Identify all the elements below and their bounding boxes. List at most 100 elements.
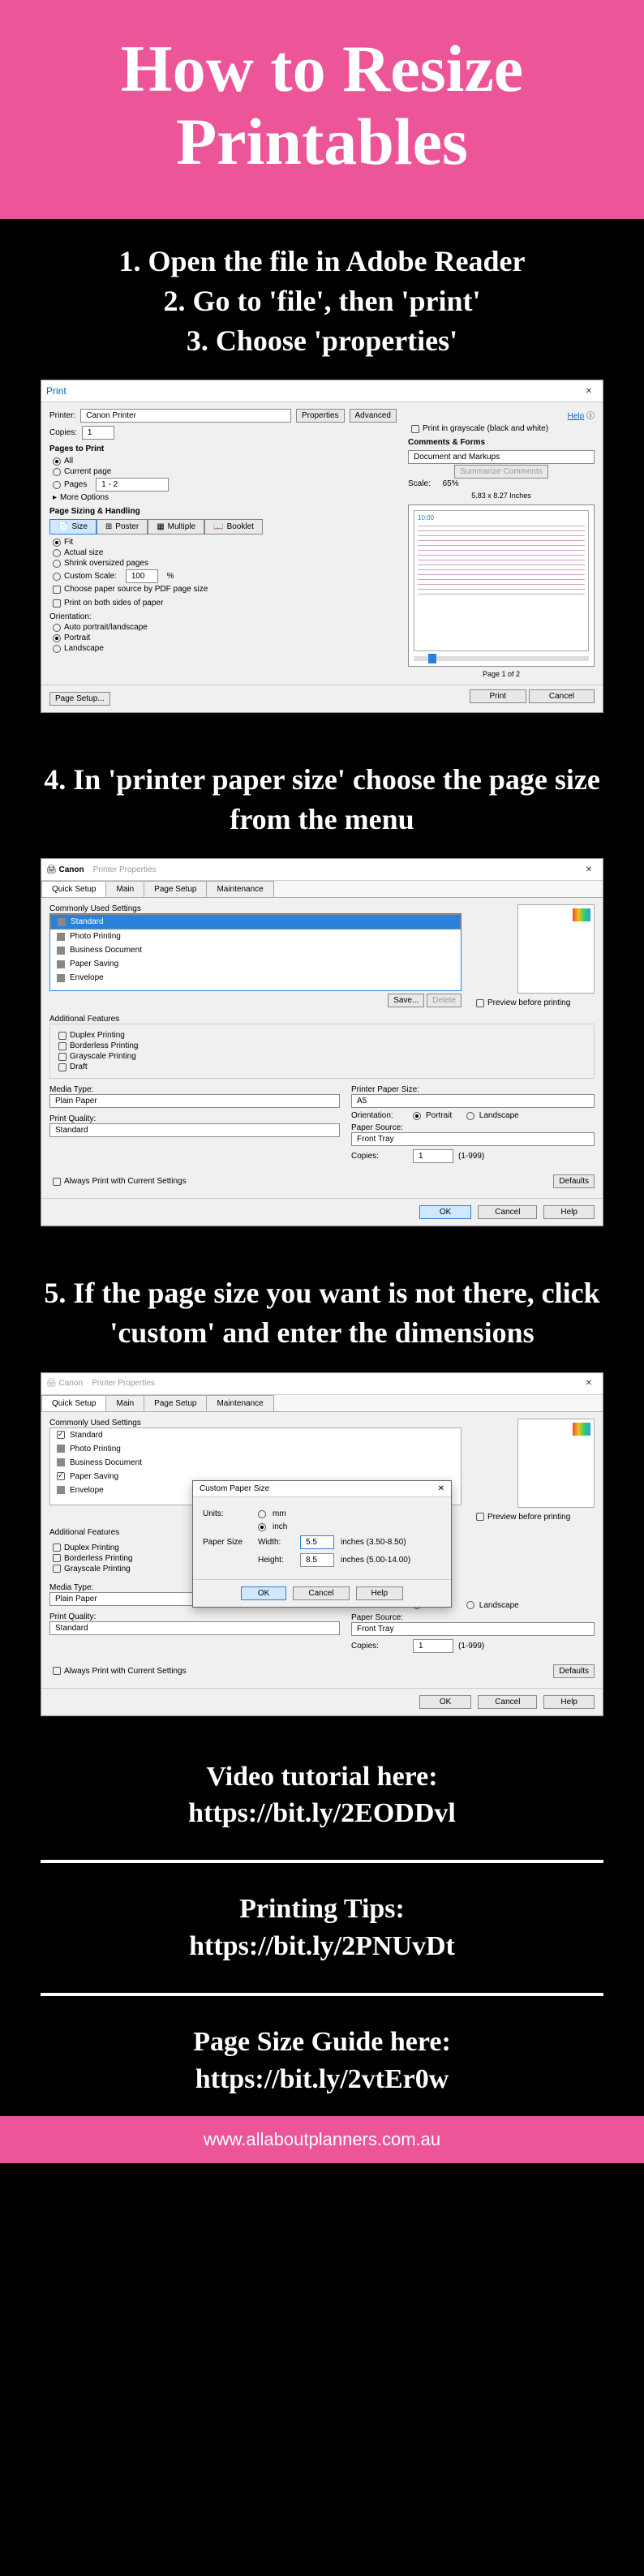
radio-inch[interactable]	[258, 1523, 266, 1531]
scale-label: Scale:	[408, 479, 431, 488]
page-slider[interactable]	[414, 656, 589, 661]
custom-scale-label: Custom Scale:	[64, 572, 117, 581]
copies-input[interactable]: 1	[413, 1149, 453, 1163]
tab-page-setup[interactable]: Page Setup	[144, 881, 207, 897]
custom-paper-modal: Custom Paper Size ✕ Units: mm inch Paper…	[192, 1480, 452, 1608]
check-pdf-size[interactable]	[53, 586, 61, 594]
preview-thumbnail	[517, 904, 595, 994]
cancel-button[interactable]: Cancel	[478, 1205, 537, 1219]
radio-auto-orient[interactable]	[53, 624, 61, 632]
close-icon[interactable]: ✕	[580, 384, 598, 398]
comments-select[interactable]: Document and Markups	[408, 450, 595, 464]
sizing-tabs: 📄 Size ⊞ Poster ▦ Multiple 📖 Booklet	[49, 519, 397, 535]
check-grayscale[interactable]	[411, 425, 419, 433]
list-item: Business Document	[50, 943, 461, 957]
summarize-button[interactable]: Summarize Comments	[454, 465, 548, 479]
height-input[interactable]: 8.5	[300, 1553, 334, 1567]
auto-orient-label: Auto portrait/landscape	[64, 623, 148, 632]
media-type-label: Media Type:	[49, 1085, 340, 1094]
canon-dialog-screenshot-1: 🖨 Canon Printer Properties ✕ Quick Setup…	[0, 858, 644, 1251]
settings-listbox[interactable]: Standard Photo Printing Business Documen…	[49, 913, 462, 991]
tab-poster[interactable]: ⊞ Poster	[97, 519, 148, 535]
check-always[interactable]	[53, 1178, 61, 1186]
width-input[interactable]: 5.5	[300, 1535, 334, 1549]
tab-main[interactable]: Main	[105, 881, 144, 897]
close-icon[interactable]: ✕	[580, 862, 598, 877]
radio-shrink[interactable]	[53, 560, 61, 568]
modal-help-button[interactable]: Help	[356, 1586, 404, 1600]
properties-button[interactable]: Properties	[296, 409, 345, 423]
check-preview-before[interactable]	[476, 999, 484, 1007]
copies-input[interactable]: 1	[82, 426, 114, 440]
page-of: Page 1 of 2	[408, 670, 595, 678]
both-sides-label: Print on both sides of paper	[64, 599, 163, 608]
ok-button[interactable]: OK	[419, 1205, 471, 1219]
check-grayscale[interactable]	[58, 1053, 67, 1061]
canon-dialog-screenshot-2: 🖨 Canon Printer Properties ✕ Quick Setup…	[0, 1372, 644, 1741]
pages-input[interactable]: 1 - 2	[96, 478, 169, 492]
printing-tips-block: Printing Tips: https://bit.ly/2PNUvDt	[0, 1873, 644, 1983]
actual-label: Actual size	[64, 548, 103, 557]
paper-size-label: Paper Size	[203, 1538, 251, 1547]
tab-multiple[interactable]: ▦ Multiple	[148, 519, 204, 535]
cancel-button[interactable]: Cancel	[529, 689, 595, 703]
tab-booklet[interactable]: 📖 Booklet	[204, 519, 263, 535]
radio-pages[interactable]	[53, 481, 61, 489]
video-label: Video tutorial here:	[32, 1758, 612, 1796]
printer-select[interactable]: Canon Printer	[80, 409, 291, 423]
modal-ok-button[interactable]: OK	[241, 1586, 286, 1600]
opt-pages: Pages	[64, 480, 87, 489]
source-select[interactable]: Front Tray	[351, 1132, 595, 1146]
radio-portrait[interactable]	[53, 634, 61, 642]
page-setup-button[interactable]: Page Setup...	[49, 692, 110, 706]
defaults-button[interactable]: Defaults	[553, 1174, 595, 1188]
additional-features-label: Additional Features	[49, 1015, 595, 1024]
advanced-button[interactable]: Advanced	[350, 409, 397, 423]
print-button[interactable]: Print	[470, 689, 527, 703]
tab-size[interactable]: 📄 Size	[49, 519, 97, 535]
radio-all[interactable]	[53, 457, 61, 466]
step-5: 5. If the page size you want is not ther…	[0, 1251, 644, 1372]
help-link[interactable]: Help	[568, 412, 585, 421]
radio-mm[interactable]	[258, 1510, 266, 1518]
width-range: inches (3.50-8.50)	[341, 1538, 406, 1547]
delete-button[interactable]: Delete	[427, 994, 462, 1007]
radio-landscape[interactable]	[466, 1112, 474, 1120]
save-button[interactable]: Save...	[388, 994, 424, 1007]
quality-select[interactable]: Standard	[49, 1123, 340, 1137]
check-draft[interactable]	[58, 1063, 67, 1071]
custom-scale-input[interactable]: 100	[126, 569, 158, 583]
canon-titlebar: 🖨 Canon Printer Properties ✕	[41, 859, 603, 881]
radio-portrait[interactable]	[413, 1112, 421, 1120]
dialog-title: Print	[46, 385, 67, 397]
guide-url: https://bit.ly/2vtEr0w	[32, 2061, 612, 2098]
modal-cancel-button[interactable]: Cancel	[293, 1586, 349, 1600]
media-type-select[interactable]: Plain Paper	[49, 1094, 340, 1108]
scale-value: 65%	[443, 479, 459, 488]
check-both-sides[interactable]	[53, 599, 61, 608]
close-icon[interactable]: ✕	[438, 1484, 444, 1493]
radio-custom-scale[interactable]	[53, 573, 61, 581]
radio-landscape[interactable]	[53, 645, 61, 653]
radio-fit[interactable]	[53, 539, 61, 547]
custom-paper-modal-overlay: Custom Paper Size ✕ Units: mm inch Paper…	[41, 1373, 603, 1715]
hero-title: How to Resize Printables	[16, 32, 628, 178]
tab-quick-setup[interactable]: Quick Setup	[41, 881, 106, 897]
video-tutorial-block: Video tutorial here: https://bit.ly/2EOD…	[0, 1741, 644, 1851]
common-used-label: Commonly Used Settings	[49, 904, 462, 913]
comments-forms-title: Comments & Forms	[408, 438, 595, 447]
check-borderless[interactable]	[58, 1042, 67, 1050]
more-options[interactable]: ▸ More Options	[53, 493, 397, 502]
height-label: Height:	[258, 1556, 294, 1565]
canon-dialog: 🖨 Canon Printer Properties ✕ Quick Setup…	[41, 858, 603, 1226]
help-button[interactable]: Help	[543, 1205, 595, 1219]
radio-actual[interactable]	[53, 549, 61, 557]
radio-current[interactable]	[53, 468, 61, 476]
check-duplex[interactable]	[58, 1032, 67, 1040]
guide-label: Page Size Guide here:	[32, 2024, 612, 2061]
tab-maintenance[interactable]: Maintenance	[206, 881, 273, 897]
quality-label: Print Quality:	[49, 1114, 340, 1123]
doc-icon	[58, 918, 66, 926]
paper-size-select[interactable]: A5	[351, 1094, 595, 1108]
print-dialog: Print ✕ Printer: Canon Printer Propertie…	[41, 380, 603, 713]
